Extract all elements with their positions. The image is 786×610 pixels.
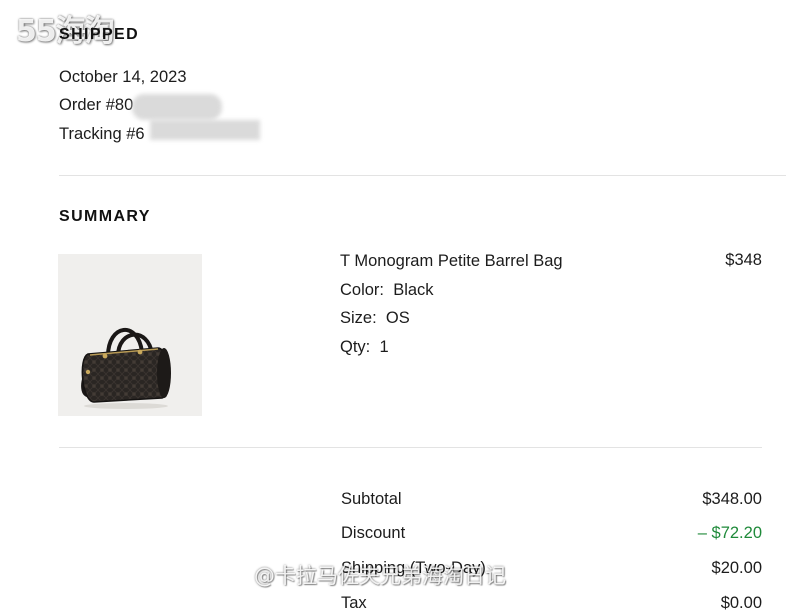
shipping-value: $20.00 bbox=[711, 559, 762, 577]
tax-label: Tax bbox=[341, 594, 367, 610]
product-size-value: OS bbox=[385, 309, 410, 327]
product-color-value: Black bbox=[393, 281, 434, 299]
summary-divider bbox=[59, 447, 762, 448]
product-price: $348 bbox=[725, 251, 762, 269]
tracking-number[interactable]: Tracking #6 bbox=[59, 125, 145, 144]
ship-date: October 14, 2023 bbox=[59, 68, 187, 86]
product-name[interactable]: T Monogram Petite Barrel Bag bbox=[340, 252, 563, 271]
product-quantity-label: Qty: bbox=[340, 338, 371, 356]
product-image[interactable] bbox=[58, 254, 202, 416]
order-details-page: 55海淘 SHIPPED October 14, 2023 Order #80 … bbox=[0, 0, 786, 610]
product-size: Size: OS bbox=[340, 309, 410, 328]
section-divider bbox=[59, 175, 786, 176]
watermark-text: @卡拉马佐夫兄弟海淘日记 bbox=[254, 564, 506, 588]
subtotal-value: $348.00 bbox=[702, 490, 762, 508]
summary-section-title: SUMMARY bbox=[59, 208, 151, 225]
discount-label: Discount bbox=[341, 524, 406, 542]
subtotal-label: Subtotal bbox=[341, 490, 402, 508]
product-quantity: Qty: 1 bbox=[340, 338, 389, 357]
product-color-label: Color: bbox=[340, 281, 385, 299]
product-quantity-value: 1 bbox=[379, 338, 389, 356]
product-color: Color: Black bbox=[340, 281, 434, 300]
discount-value: – $72.20 bbox=[697, 524, 762, 542]
barrel-bag-illustration bbox=[81, 328, 171, 409]
order-number: Order #80 bbox=[59, 96, 134, 114]
product-size-label: Size: bbox=[340, 309, 377, 327]
tax-value: $0.00 bbox=[720, 594, 762, 610]
shipped-section-title: SHIPPED bbox=[59, 26, 140, 43]
redaction-blur bbox=[150, 120, 260, 140]
tracking-number-text: Tracking #6 bbox=[59, 125, 145, 143]
redaction-blur bbox=[132, 94, 222, 120]
